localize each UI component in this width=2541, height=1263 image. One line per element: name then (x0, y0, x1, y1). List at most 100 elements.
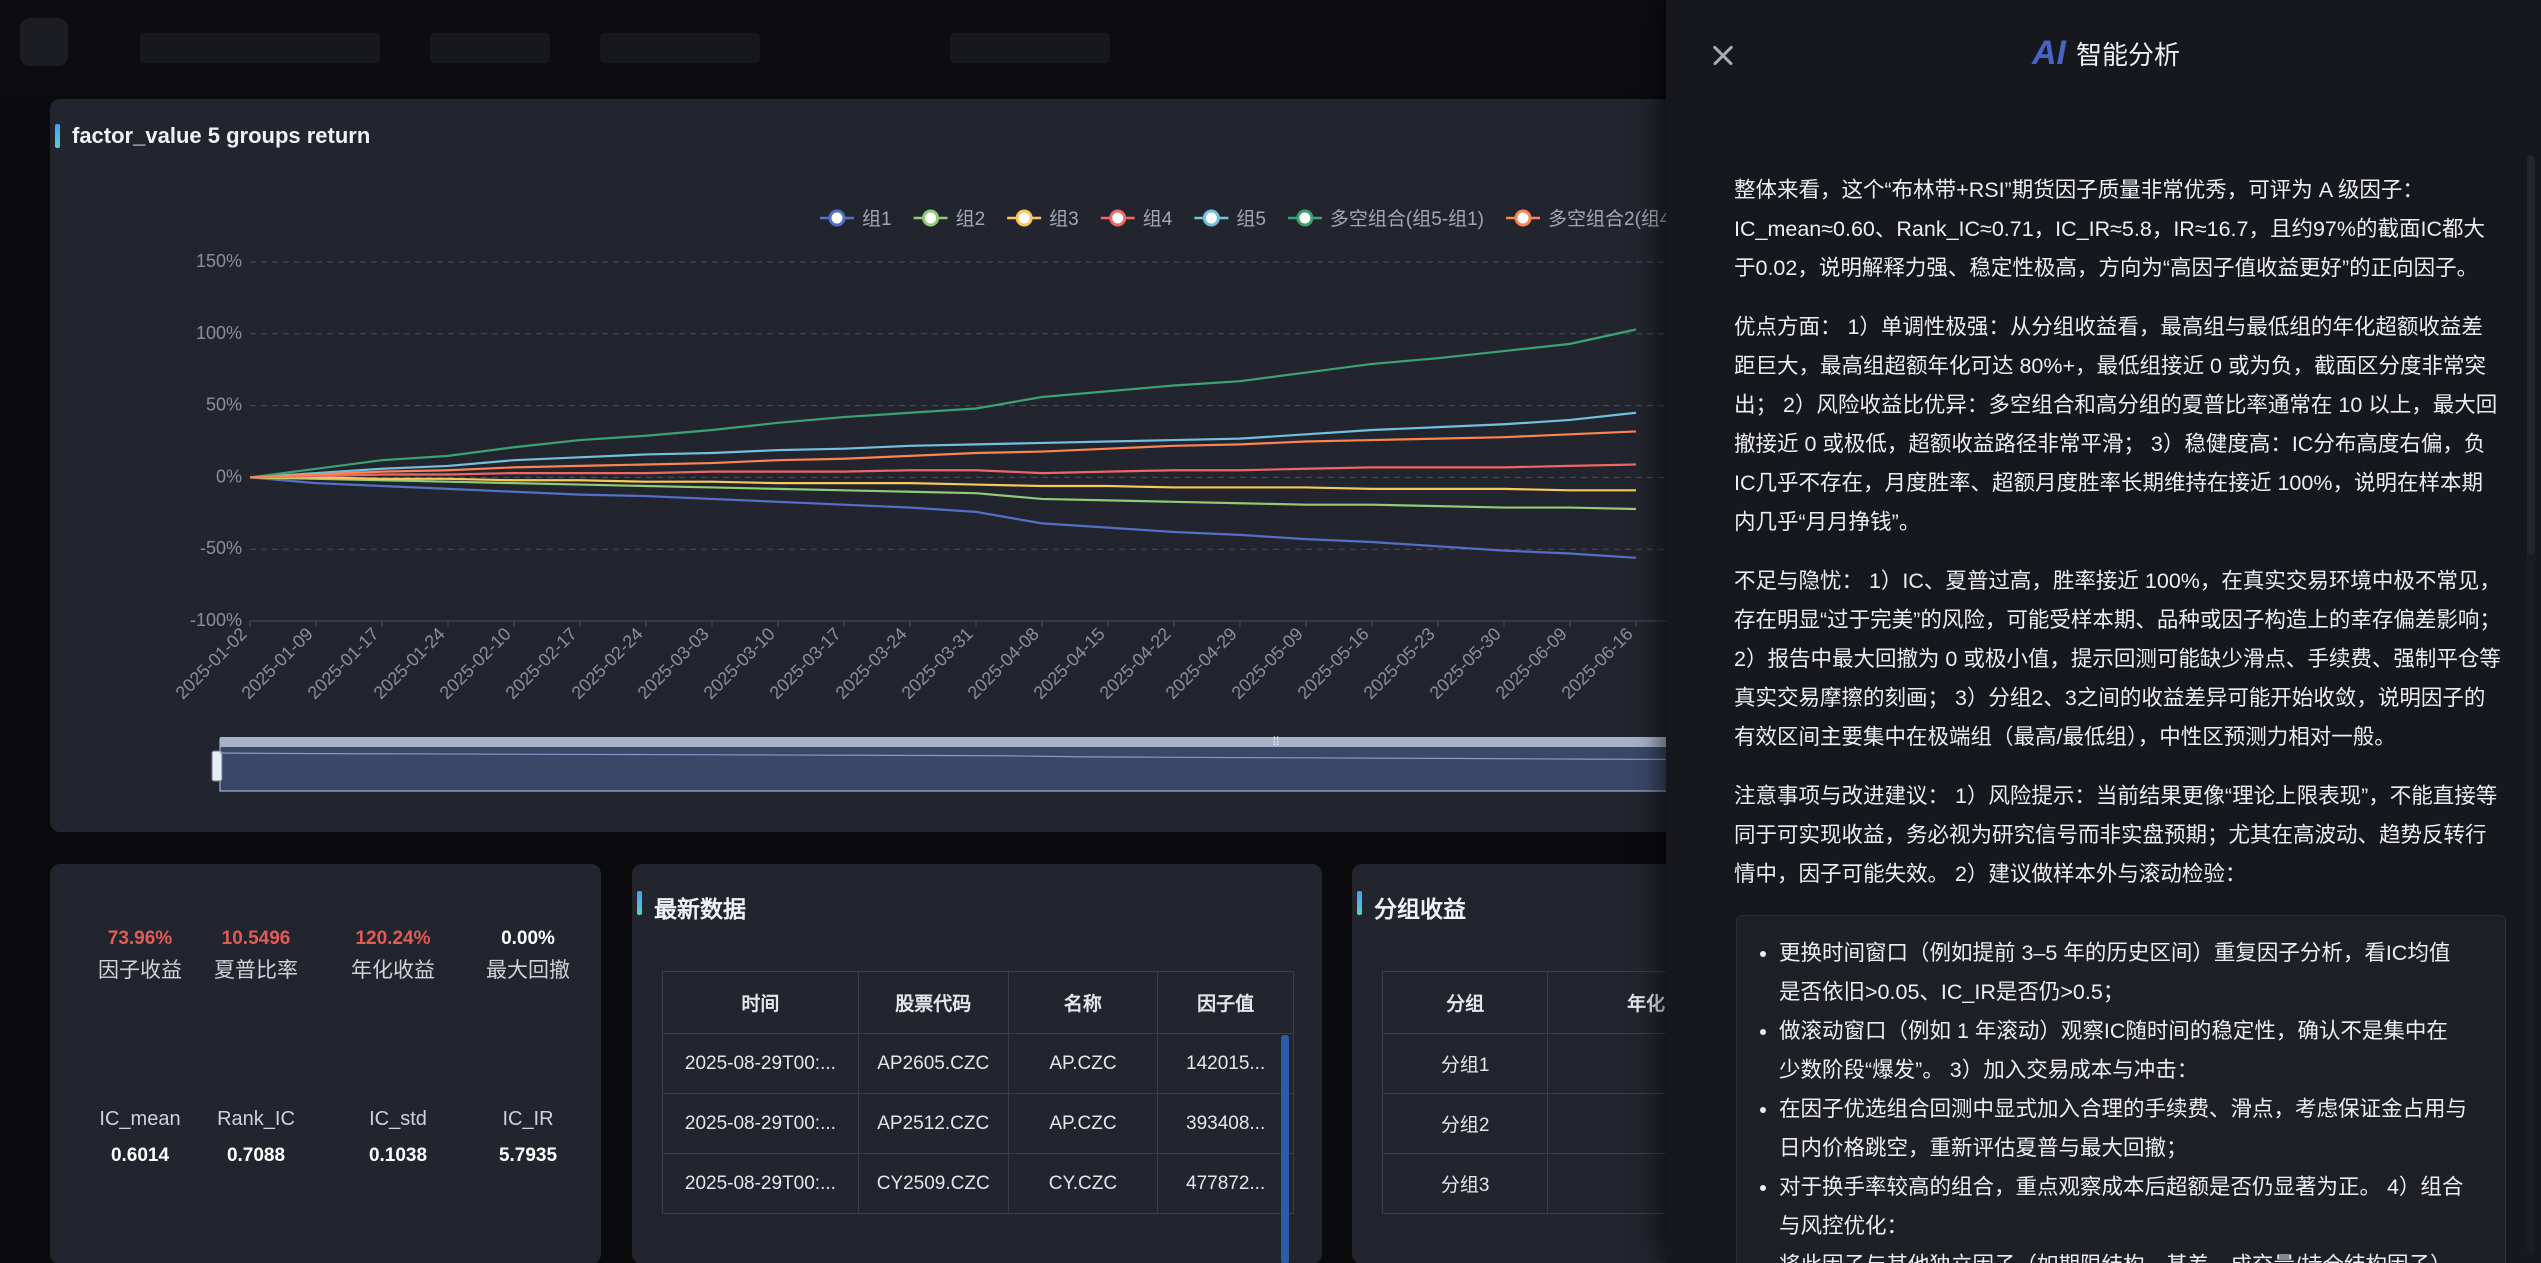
analysis-paragraph-suggestions: 注意事项与改进建议： 1）风险提示：当前结果更像“理论上限表现”，不能直接等同于… (1734, 784, 2498, 886)
metric-factor-return: 73.96% 因子收益 (80, 928, 200, 984)
legend-label: 多空组合(组5-组1) (1330, 208, 1484, 230)
metric-value: 0.1038 (368, 1145, 428, 1166)
column-header-time[interactable]: 时间 (662, 971, 859, 1034)
legend-marker (1514, 209, 1532, 227)
cell-group: 分组3 (1381, 1153, 1549, 1214)
list-item: 在因子优选组合回测中显式加入合理的手续费、滑点，考虑保证金占用与日内价格跳空，重… (1779, 1090, 2469, 1168)
metric-ic-ir: IC_IR 5.7935 (468, 1108, 588, 1167)
metric-rank-ic: Rank_IC 0.7088 (196, 1108, 316, 1167)
column-header-group[interactable]: 分组 (1381, 971, 1549, 1034)
metric-value: 10.5496 (221, 928, 291, 949)
cell-time: 2025-08-29T00:... (662, 1033, 859, 1094)
metric-label: 因子收益 (98, 959, 182, 982)
ai-logo-icon: AI (2032, 34, 2066, 72)
suggestion-list: 更换时间窗口（例如提前 3–5 年的历史区间）重复因子分析，看IC均值是否依旧>… (1779, 934, 2469, 1263)
cell-name: CY.CZC (1007, 1153, 1159, 1214)
legend-label: 组2 (956, 208, 986, 230)
cell-name: AP.CZC (1007, 1093, 1159, 1154)
analysis-paragraph-overall: 整体来看，这个“布林带+RSI”期货因子质量非常优秀，可评为 A 级因子：IC_… (1734, 178, 2485, 280)
ai-title-text: 智能分析 (2076, 40, 2181, 70)
y-tick-label: -50% (200, 538, 242, 558)
table-row[interactable]: 2025-08-29T00:... AP2512.CZC AP.CZC 3934… (662, 1093, 1294, 1154)
metric-label: IC_mean (99, 1108, 181, 1130)
metric-label: IC_IR (502, 1108, 554, 1130)
analysis-paragraph-weaknesses: 不足与隐忧： 1）IC、夏普过高，胜率接近 100%，在真实交易环境中极不常见，… (1734, 569, 2501, 749)
metric-label: Rank_IC (217, 1108, 295, 1130)
table-row[interactable]: 2025-08-29T00:... CY2509.CZC CY.CZC 4778… (662, 1153, 1294, 1214)
table-scrollbar[interactable] (1281, 1035, 1289, 1263)
column-header-code[interactable]: 股票代码 (857, 971, 1009, 1034)
cell-code: AP2512.CZC (857, 1093, 1009, 1154)
legend-marker (1296, 209, 1314, 227)
metric-label: IC_std (369, 1108, 427, 1130)
legend-marker (922, 209, 940, 227)
cell-group: 分组2 (1381, 1093, 1549, 1154)
ai-analysis-drawer: AI 智能分析 整体来看，这个“布林带+RSI”期货因子质量非常优秀，可评为 A… (1666, 0, 2541, 1263)
group-return-title: 分组收益 (1357, 890, 1466, 924)
metric-label: 年化收益 (351, 959, 435, 982)
cell-time: 2025-08-29T00:... (662, 1153, 859, 1214)
metric-value: 0.00% (501, 928, 555, 949)
metric-label: 夏普比率 (214, 959, 298, 982)
nav-item-4[interactable] (950, 33, 1110, 63)
metric-max-drawdown: 0.00% 最大回撤 (468, 928, 588, 984)
metric-annual-return: 120.24% 年化收益 (333, 928, 453, 984)
cell-factor: 142015... (1157, 1033, 1294, 1094)
legend-label: 组3 (1049, 208, 1079, 230)
latest-data-table: 时间 股票代码 名称 因子值 2025-08-29T00:... AP2605.… (662, 971, 1294, 1214)
scrollbar-thumb[interactable] (2527, 155, 2535, 555)
column-header-factor[interactable]: 因子值 (1157, 971, 1294, 1034)
chart-panel: factor_value 5 groups return 150% 100% 50%… (50, 99, 1740, 832)
legend-marker (1202, 209, 1220, 227)
app-root: factor_value 5 groups return 150% 100% 50%… (0, 0, 2541, 1263)
cell-factor: 477872... (1157, 1153, 1294, 1214)
zoom-grip-icon: ⁞⁞ (1273, 734, 1280, 748)
ai-analysis-content: 整体来看，这个“布林带+RSI”期货因子质量非常优秀，可评为 A 级因子：IC_… (1734, 171, 2504, 914)
zoom-handle-left (211, 750, 223, 782)
legend-marker (1015, 209, 1033, 227)
y-tick-label: 0% (216, 466, 242, 486)
line-chart: 150%100%50%0%-50%-100%2025-01-022025-01-… (172, 208, 1740, 792)
suggestion-box: 更换时间窗口（例如提前 3–5 年的历史区间）重复因子分析，看IC均值是否依旧>… (1736, 915, 2506, 1263)
legend-label: 组5 (1236, 208, 1266, 230)
legend-marker (1109, 209, 1127, 227)
cell-factor: 393408... (1157, 1093, 1294, 1154)
app-logo (20, 18, 68, 66)
latest-data-panel: 最新数据 时间 股票代码 名称 因子值 2025-08-29T00:... AP… (632, 864, 1322, 1263)
cell-time: 2025-08-29T00:... (662, 1093, 859, 1154)
metric-value: 0.7088 (226, 1145, 286, 1166)
cell-code: AP2605.CZC (857, 1033, 1009, 1094)
metric-value: 0.6014 (110, 1145, 170, 1166)
y-tick-label: 50% (206, 395, 242, 415)
nav-item-1[interactable] (140, 33, 380, 63)
cell-code: CY2509.CZC (857, 1153, 1009, 1214)
legend-marker (828, 209, 846, 227)
latest-data-title: 最新数据 (637, 890, 746, 924)
metric-label: 最大回撤 (486, 959, 570, 982)
nav-item-3[interactable] (600, 33, 760, 63)
metric-value: 73.96% (107, 928, 173, 949)
metric-sharpe: 10.5496 夏普比率 (196, 928, 316, 984)
nav-item-2[interactable] (430, 33, 550, 63)
list-item: 更换时间窗口（例如提前 3–5 年的历史区间）重复因子分析，看IC均值是否依旧>… (1779, 934, 2469, 1012)
cell-name: AP.CZC (1007, 1033, 1159, 1094)
table-row[interactable]: 2025-08-29T00:... AP2605.CZC AP.CZC 1420… (662, 1033, 1294, 1094)
analysis-paragraph-strengths: 优点方面： 1）单调性极强：从分组收益看，最高组与最低组的年化超额收益差距巨大，… (1734, 315, 2498, 534)
list-item: 将此因子与其他独立因子（如期限结构、基差、成交量/持仓结构因子） (1779, 1246, 2469, 1263)
metric-value: 5.7935 (498, 1145, 558, 1166)
zoom-slider-handle-bar (220, 737, 1740, 747)
x-tick-label: 2025-06-16 (1558, 624, 1637, 703)
close-icon[interactable] (1706, 38, 1742, 74)
drawer-scrollbar[interactable] (2527, 155, 2535, 1255)
column-header-name[interactable]: 名称 (1007, 971, 1159, 1034)
legend-label: 组1 (862, 208, 892, 230)
ai-drawer-title: AI 智能分析 (2032, 34, 2180, 73)
y-tick-label: 100% (196, 323, 242, 343)
y-tick-label: 150% (196, 251, 242, 271)
series-line (249, 463, 1637, 479)
list-item: 做滚动窗口（例如 1 年滚动）观察IC随时间的稳定性，确认不是集中在少数阶段“爆… (1779, 1012, 2469, 1090)
metrics-panel: 73.96% 因子收益 10.5496 夏普比率 120.24% 年化收益 0.… (50, 864, 601, 1263)
list-item: 对于换手率较高的组合，重点观察成本后超额是否仍显著为正。 4）组合与风控优化： (1779, 1168, 2469, 1246)
legend-label: 组4 (1143, 208, 1173, 230)
metric-value: 120.24% (355, 928, 431, 949)
